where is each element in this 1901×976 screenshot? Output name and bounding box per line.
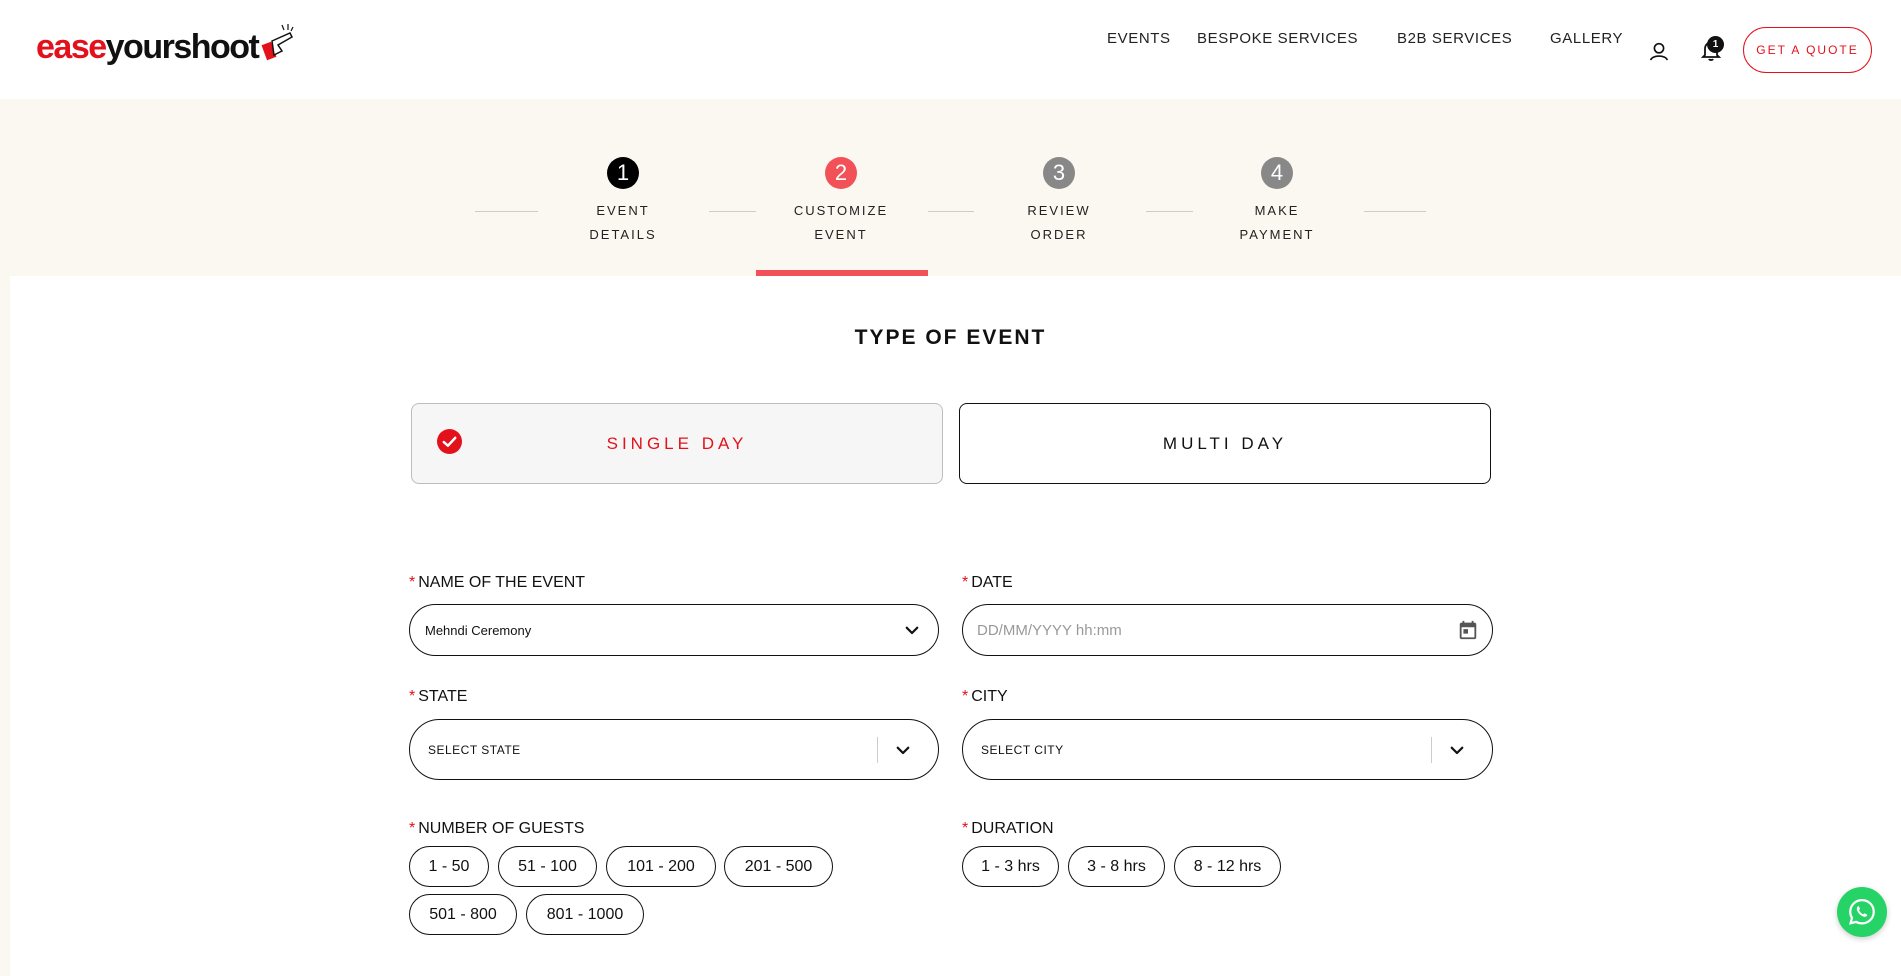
checkout-stepper [0, 99, 1901, 276]
logo-text: easeyourshoot [36, 27, 260, 66]
date-placeholder: DD/MM/YYYY hh:mm [977, 621, 1122, 639]
guest-option-801-1000[interactable]: 801 - 1000 [526, 894, 644, 935]
nav-gallery[interactable]: GALLERY [1550, 30, 1623, 47]
guest-option-101-200[interactable]: 101 - 200 [606, 846, 716, 887]
user-icon[interactable] [1648, 40, 1670, 62]
state-label: * State [409, 688, 468, 705]
chevron-down-icon [905, 626, 919, 635]
step-label: CUSTOMIZE EVENT [793, 203, 889, 242]
duration-option-1-3[interactable]: 1 - 3 hrs [962, 846, 1059, 887]
step-review-order[interactable]: 3 REVIEW ORDER [989, 157, 1129, 247]
guests-label: * Number of Guests [409, 820, 585, 837]
nav-b2b-services[interactable]: B2B SERVICES [1397, 30, 1512, 47]
step-number: 2 [825, 157, 857, 189]
site-header: easeyourshoot EVENTS BESPOKE SERVICES B2… [0, 0, 1901, 99]
step-connector [709, 211, 756, 212]
whatsapp-icon [1849, 898, 1875, 925]
step-number: 4 [1261, 157, 1293, 189]
guest-option-1-50[interactable]: 1 - 50 [409, 846, 489, 887]
state-value: Select State [428, 742, 521, 757]
date-label: * Date [962, 574, 1013, 591]
step-label: REVIEW ORDER [1027, 203, 1091, 242]
step-customize-event[interactable]: 2 CUSTOMIZE EVENT [771, 157, 911, 247]
city-select[interactable]: Select City [962, 719, 1493, 780]
check-circle-icon [437, 429, 462, 454]
state-select[interactable]: Select State [409, 719, 939, 780]
notification-badge: 1 [1707, 36, 1724, 53]
chevron-down-icon [1450, 746, 1464, 754]
duration-option-3-8[interactable]: 3 - 8 hrs [1068, 846, 1165, 887]
calendar-icon[interactable] [1457, 619, 1479, 641]
step-connector [475, 211, 538, 212]
single-day-label: SINGLE DAY [606, 433, 748, 453]
step-event-details[interactable]: 1 EVENT DETAILS [553, 157, 693, 247]
logo[interactable]: easeyourshoot [36, 22, 296, 72]
city-value: Select City [981, 742, 1064, 757]
nav-bespoke-services[interactable]: BESPOKE SERVICES [1197, 30, 1358, 47]
whatsapp-chat-button[interactable] [1837, 887, 1887, 937]
step-label: MAKE PAYMENT [1239, 203, 1315, 242]
required-marker: * [962, 688, 969, 705]
step-label: EVENT DETAILS [589, 203, 657, 242]
step-connector [1364, 211, 1426, 212]
event-name-value: Mehndi Ceremony [425, 622, 532, 638]
duration-label: * Duration [962, 820, 1054, 837]
city-label: * City [962, 688, 1008, 705]
duration-option-8-12[interactable]: 8 - 12 hrs [1174, 846, 1281, 887]
step-number: 3 [1043, 157, 1075, 189]
event-name-select[interactable]: Mehndi Ceremony [409, 604, 939, 656]
required-marker: * [962, 820, 969, 837]
multi-day-option[interactable]: MULTI DAY [959, 403, 1491, 484]
nav-events[interactable]: EVENTS [1107, 30, 1171, 47]
guest-option-501-800[interactable]: 501 - 800 [409, 894, 517, 935]
form-card [10, 276, 1901, 976]
required-marker: * [962, 574, 969, 591]
select-divider [1431, 737, 1432, 763]
date-field[interactable]: DD/MM/YYYY hh:mm [962, 604, 1493, 656]
required-marker: * [409, 688, 416, 705]
required-marker: * [409, 574, 416, 591]
step-connector [1146, 211, 1193, 212]
step-number: 1 [607, 157, 639, 189]
required-marker: * [409, 820, 416, 837]
guest-option-51-100[interactable]: 51 - 100 [498, 846, 597, 887]
section-title: TYPE OF EVENT [854, 326, 1047, 349]
select-divider [877, 737, 878, 763]
pointing-hand-icon [261, 24, 294, 61]
single-day-option[interactable]: SINGLE DAY [411, 403, 943, 484]
chevron-down-icon [896, 746, 910, 754]
step-connector [928, 211, 974, 212]
step-make-payment[interactable]: 4 MAKE PAYMENT [1207, 157, 1347, 247]
multi-day-label: MULTI DAY [1162, 433, 1288, 453]
event-name-label: * Name of the Event [409, 574, 586, 591]
get-a-quote-button[interactable]: GET A QUOTE [1743, 27, 1872, 73]
guest-option-201-500[interactable]: 201 - 500 [724, 846, 833, 887]
